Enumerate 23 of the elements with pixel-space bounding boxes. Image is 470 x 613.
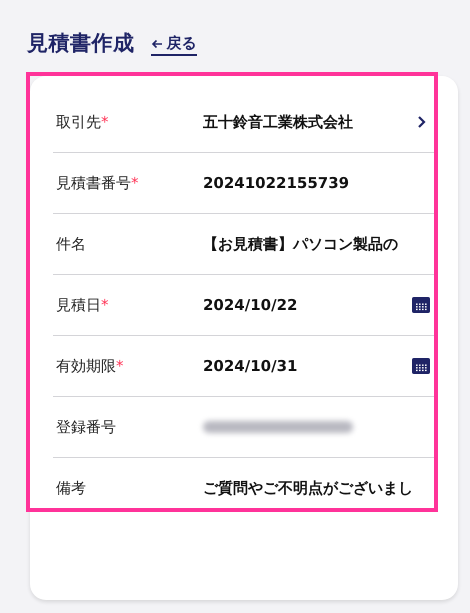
- field-value[interactable]: 【お見積書】パソコン製品の: [203, 234, 398, 252]
- field-label: 件名: [56, 234, 86, 254]
- required-mark: *: [131, 174, 138, 192]
- field-value: 五十鈴音工業株式会社: [203, 112, 353, 130]
- field-label: 取引先: [56, 112, 101, 132]
- field-label: 備考: [56, 478, 86, 498]
- field-label: 有効期限: [56, 356, 116, 376]
- field-value[interactable]: ご質問やご不明点がございまし: [203, 478, 413, 496]
- required-mark: *: [101, 296, 108, 314]
- field-label: 見積書番号: [56, 174, 131, 192]
- field-value[interactable]: 20241022155739: [203, 174, 350, 192]
- field-value: 2024/10/31: [203, 357, 298, 375]
- back-link[interactable]: 戻る: [150, 34, 196, 56]
- field-label: 登録番号: [56, 418, 116, 436]
- chevron-right-icon[interactable]: [416, 115, 426, 129]
- field-label: 見積日: [56, 296, 101, 314]
- arrow-left-icon: [150, 38, 162, 48]
- calendar-icon[interactable]: [412, 358, 430, 374]
- calendar-icon[interactable]: [412, 297, 430, 313]
- page-title: 見積書作成: [27, 30, 134, 57]
- required-mark: *: [116, 356, 124, 376]
- field-value: 2024/10/22: [203, 296, 298, 314]
- required-mark: *: [101, 112, 108, 132]
